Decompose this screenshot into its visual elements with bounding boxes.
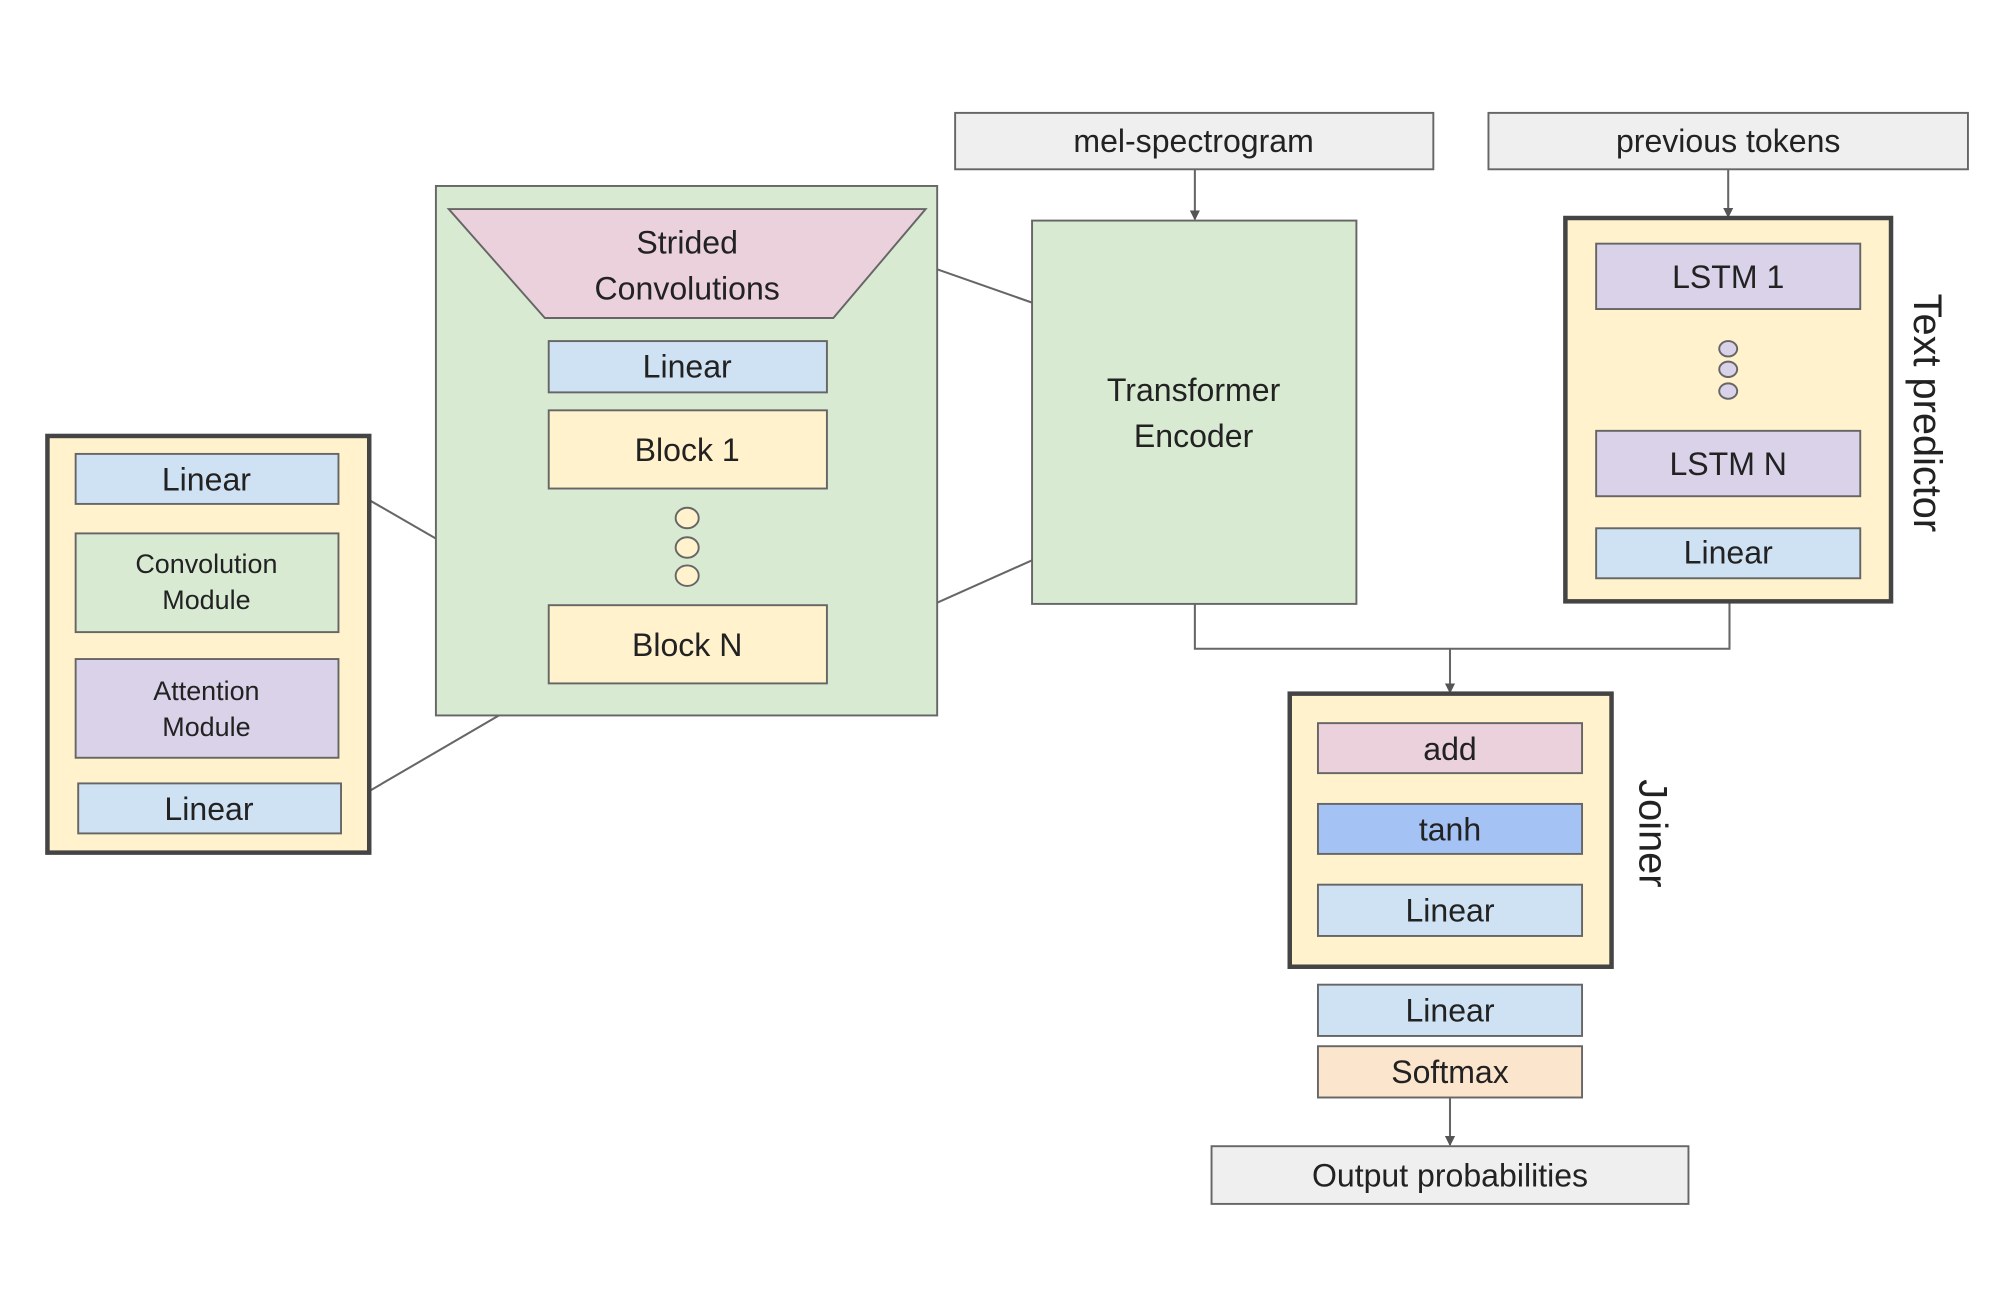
linear-label: Linear bbox=[1405, 992, 1494, 1028]
linear-label: Linear bbox=[1684, 535, 1773, 571]
output-head: Linear Softmax bbox=[1316, 983, 1584, 1099]
attention-module-label-2: Module bbox=[162, 712, 250, 742]
diagram: mel-spectrogram previous tokens Linear C… bbox=[45, 111, 1969, 1205]
ellipsis-dots bbox=[674, 506, 700, 587]
convolution-module-label-2: Module bbox=[162, 585, 250, 615]
text-predictor: LSTM 1 LSTM N Linear Text predictor bbox=[1563, 215, 1949, 604]
zoom-line-top bbox=[936, 268, 1033, 304]
transformer-encoder: Transformer Encoder bbox=[1031, 219, 1358, 605]
linear-label: Linear bbox=[643, 349, 732, 385]
mel-spectrogram-input: mel-spectrogram bbox=[954, 111, 1435, 171]
attention-module-label: Attention bbox=[153, 676, 259, 706]
block-n-label: Block N bbox=[632, 627, 742, 663]
output-probabilities-label: Output probabilities bbox=[1312, 1158, 1588, 1194]
strided-convolutions-label-2: Convolutions bbox=[595, 271, 780, 307]
conformer-block-detail: Linear Convolution Module Attention Modu… bbox=[45, 433, 372, 855]
block-1-label: Block 1 bbox=[635, 432, 740, 468]
softmax-label: Softmax bbox=[1391, 1054, 1509, 1090]
previous-tokens-label: previous tokens bbox=[1616, 123, 1840, 159]
tanh-label: tanh bbox=[1419, 812, 1481, 848]
transformer-encoder-label-2: Encoder bbox=[1134, 418, 1254, 454]
merge-line bbox=[1193, 601, 1731, 650]
convolution-module-label: Convolution bbox=[135, 549, 277, 579]
joiner-title: Joiner bbox=[1631, 779, 1675, 887]
lstm-n-label: LSTM N bbox=[1669, 446, 1787, 482]
ellipsis-dots bbox=[1718, 340, 1739, 400]
previous-tokens-input: previous tokens bbox=[1487, 111, 1969, 171]
transformer-encoder-label: Transformer bbox=[1107, 372, 1281, 408]
text-predictor-title: Text predictor bbox=[1905, 294, 1949, 533]
output-probabilities: Output probabilities bbox=[1210, 1145, 1690, 1205]
linear-label: Linear bbox=[162, 462, 251, 498]
strided-convolutions-label: Strided bbox=[636, 224, 738, 260]
lstm-1-label: LSTM 1 bbox=[1672, 259, 1784, 295]
linear-label: Linear bbox=[1405, 892, 1494, 928]
joiner: add tanh Linear Joiner bbox=[1287, 691, 1675, 969]
linear-label: Linear bbox=[164, 791, 253, 827]
add-label: add bbox=[1423, 731, 1476, 767]
mel-spectrogram-label: mel-spectrogram bbox=[1073, 123, 1313, 159]
zoom-line-bottom bbox=[936, 559, 1033, 604]
encoder-stack-detail: Strided Convolutions Linear Block 1 Bloc… bbox=[434, 185, 939, 717]
